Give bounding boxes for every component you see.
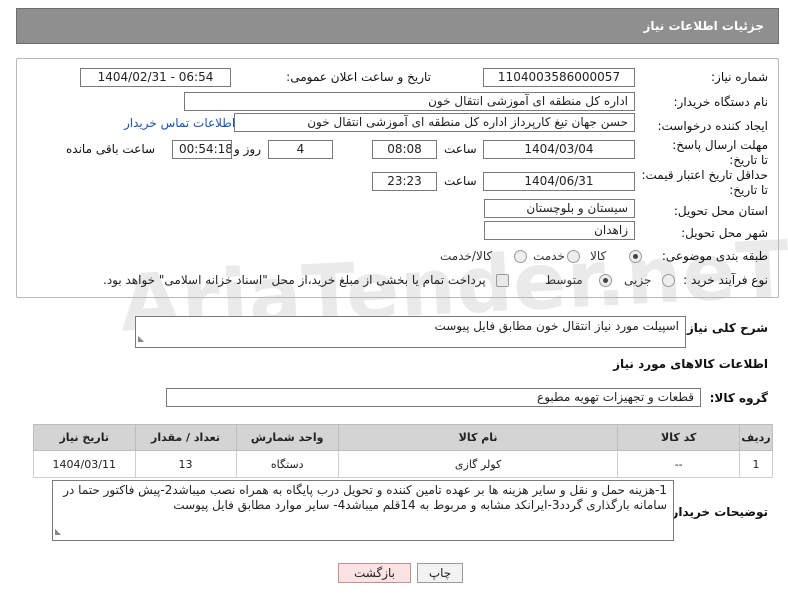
province-field[interactable]: سیستان و بلوچستان bbox=[484, 199, 635, 218]
page-header: جزئیات اطلاعات نیاز bbox=[16, 8, 779, 44]
page-title: جزئیات اطلاعات نیاز bbox=[643, 19, 764, 33]
process-radio-medium[interactable] bbox=[599, 274, 612, 287]
col-unit: واحد شمارش bbox=[235, 424, 339, 451]
col-item-name: نام کالا bbox=[337, 424, 619, 451]
category-radio-goods-service[interactable] bbox=[514, 250, 527, 263]
requester-field[interactable]: حسن جهان تیغ کارپرداز اداره کل منطقه ای … bbox=[234, 113, 635, 132]
category-option-goods-service: کالا/خدمت bbox=[440, 249, 493, 263]
city-label: شهر محل تحویل: bbox=[681, 226, 768, 240]
col-row: ردیف bbox=[739, 424, 773, 451]
col-quantity: تعداد / مقدار bbox=[134, 424, 237, 451]
deadline-date-field[interactable]: 1404/03/04 bbox=[483, 140, 635, 159]
goods-group-label: گروه کالا: bbox=[709, 391, 768, 405]
col-need-date: تاریخ نیاز bbox=[33, 424, 136, 451]
remaining-time-field[interactable]: 00:54:18 bbox=[172, 140, 232, 159]
category-label: طبقه بندی موضوعی: bbox=[661, 249, 768, 263]
table-header-row: تاریخ نیاز تعداد / مقدار واحد شمارش نام … bbox=[33, 424, 773, 451]
cell-quantity: 13 bbox=[134, 450, 237, 478]
process-label: نوع فرآیند خرید : bbox=[683, 273, 768, 287]
resize-grip-icon[interactable]: ◢ bbox=[138, 331, 144, 346]
province-label: استان محل تحویل: bbox=[673, 204, 768, 218]
process-option-medium: متوسط bbox=[545, 273, 583, 287]
description-textarea[interactable]: اسپیلت مورد نیاز انتقال خون مطابق فایل پ… bbox=[135, 316, 686, 348]
category-option-service: خدمت bbox=[533, 249, 565, 263]
goods-group-field[interactable]: قطعات و تجهیزات تهویه مطبوع bbox=[166, 388, 701, 407]
deadline-label: مهلت ارسال پاسخ: تا تاریخ: bbox=[672, 138, 768, 167]
buyer-notes-label: توضیحات خریدار: bbox=[666, 505, 768, 519]
validity-time-field[interactable]: 23:23 bbox=[372, 172, 437, 191]
remaining-word: ساعت باقی مانده bbox=[66, 142, 156, 156]
cell-unit: دستگاه bbox=[235, 450, 339, 478]
days-field[interactable]: 4 bbox=[268, 140, 333, 159]
buyer-org-label: نام دستگاه خریدار: bbox=[673, 95, 769, 109]
description-label: شرح کلی نیاز: bbox=[682, 321, 768, 335]
validity-time-word: ساعت bbox=[444, 174, 477, 188]
resize-grip-icon[interactable]: ◢ bbox=[55, 524, 61, 539]
buyer-contact-link[interactable]: اطلاعات تماس خریدار bbox=[124, 116, 235, 130]
need-number-label: شماره نیاز: bbox=[711, 70, 768, 84]
buyer-org-field[interactable]: اداره کل منطقه ای آموزشی انتقال خون bbox=[184, 92, 635, 111]
city-field[interactable]: زاهدان bbox=[484, 221, 635, 240]
back-button[interactable]: بازگشت bbox=[338, 563, 411, 583]
buyer-notes-textarea[interactable]: 1-هزینه حمل و نقل و سایر هزینه ها بر عهد… bbox=[52, 480, 674, 541]
cell-need-date: 1404/03/11 bbox=[33, 450, 136, 478]
goods-table: تاریخ نیاز تعداد / مقدار واحد شمارش نام … bbox=[33, 424, 773, 478]
treasury-checkbox[interactable] bbox=[496, 274, 509, 287]
print-button[interactable]: چاپ bbox=[417, 563, 463, 583]
buyer-notes-text: 1-هزینه حمل و نقل و سایر هزینه ها بر عهد… bbox=[63, 483, 667, 512]
col-item-code: کد کالا bbox=[617, 424, 740, 451]
category-radio-service[interactable] bbox=[567, 250, 580, 263]
goods-section-title: اطلاعات کالاهای مورد نیاز bbox=[613, 357, 768, 371]
process-option-minor: جزیی bbox=[624, 273, 652, 287]
process-radio-minor[interactable] bbox=[662, 274, 675, 287]
validity-label: حداقل تاریخ اعتبار قیمت: تا تاریخ: bbox=[641, 168, 768, 197]
category-option-goods: کالا bbox=[590, 249, 607, 263]
payment-note: پرداخت تمام یا بخشی از مبلغ خرید،از محل … bbox=[103, 273, 486, 287]
description-text: اسپیلت مورد نیاز انتقال خون مطابق فایل پ… bbox=[434, 319, 679, 333]
table-row[interactable]: 1404/03/11 13 دستگاه کولر گازی -- 1 bbox=[33, 450, 773, 478]
days-word: روز و bbox=[234, 142, 261, 156]
announce-field[interactable]: 1404/02/31 - 06:54 bbox=[80, 68, 231, 87]
deadline-time-word: ساعت bbox=[444, 142, 477, 156]
deadline-time-field[interactable]: 08:08 bbox=[372, 140, 437, 159]
requester-label: ایجاد کننده درخواست: bbox=[657, 119, 768, 133]
need-number-field[interactable]: 1104003586000057 bbox=[483, 68, 635, 87]
cell-item-code: -- bbox=[617, 450, 740, 478]
cell-row-number: 1 bbox=[739, 450, 773, 478]
category-radio-goods[interactable] bbox=[629, 250, 642, 263]
announce-label: تاریخ و ساعت اعلان عمومی: bbox=[286, 70, 431, 84]
cell-item-name: کولر گازی bbox=[337, 450, 619, 478]
validity-date-field[interactable]: 1404/06/31 bbox=[483, 172, 635, 191]
